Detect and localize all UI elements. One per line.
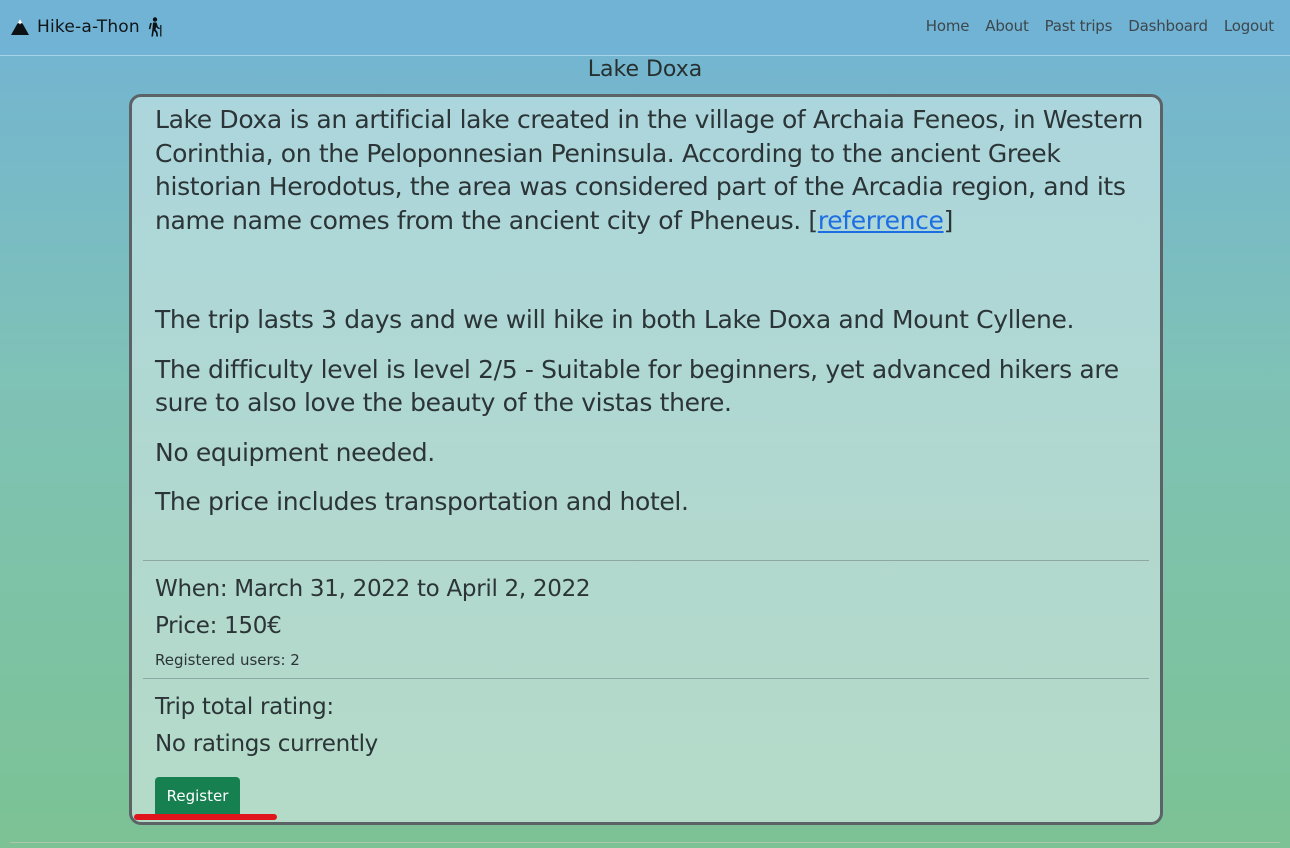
nav-past-trips[interactable]: Past trips [1045,17,1113,35]
divider [143,678,1149,679]
registered-users: Registered users: 2 [155,651,300,669]
highlight-underline [134,814,277,820]
brand-name: Hike-a-Thon [37,17,140,37]
reference-link[interactable]: referrence [818,206,944,235]
nav-logout[interactable]: Logout [1224,17,1274,35]
register-button[interactable]: Register [155,777,240,815]
trip-description: Lake Doxa is an artificial lake created … [155,103,1145,237]
trip-duration: The trip lasts 3 days and we will hike i… [155,305,1075,334]
page-title: Lake Doxa [587,57,703,82]
trip-card: Lake Doxa is an artificial lake created … [129,94,1163,825]
trip-difficulty: The difficulty level is level 2/5 - Suit… [155,354,1119,418]
divider [143,560,1149,561]
rating-label: Trip total rating: [155,694,334,720]
trip-details: Lake Doxa is an artificial lake created … [155,103,1145,519]
footer-divider [10,842,1280,843]
trip-price-includes: The price includes transportation and ho… [155,487,689,516]
nav-home[interactable]: Home [926,17,970,35]
nav-about[interactable]: About [985,17,1029,35]
reference-bracket: ] [943,205,954,235]
trip-equipment: No equipment needed. [155,437,435,467]
description-text: Lake Doxa is an artificial lake created … [155,105,1143,235]
trip-price: Price: 150€ [155,613,282,639]
mountain-icon [10,18,30,36]
trip-dates: When: March 31, 2022 to April 2, 2022 [155,576,591,602]
brand-link[interactable]: Hike-a-Thon [10,15,163,39]
hiker-icon [147,17,163,37]
navbar: Hike-a-Thon Home About Past trips Dashbo… [0,0,1290,56]
rating-value: No ratings currently [155,731,378,757]
nav-dashboard[interactable]: Dashboard [1128,17,1208,35]
nav-links: Home About Past trips Dashboard Logout [926,17,1274,35]
